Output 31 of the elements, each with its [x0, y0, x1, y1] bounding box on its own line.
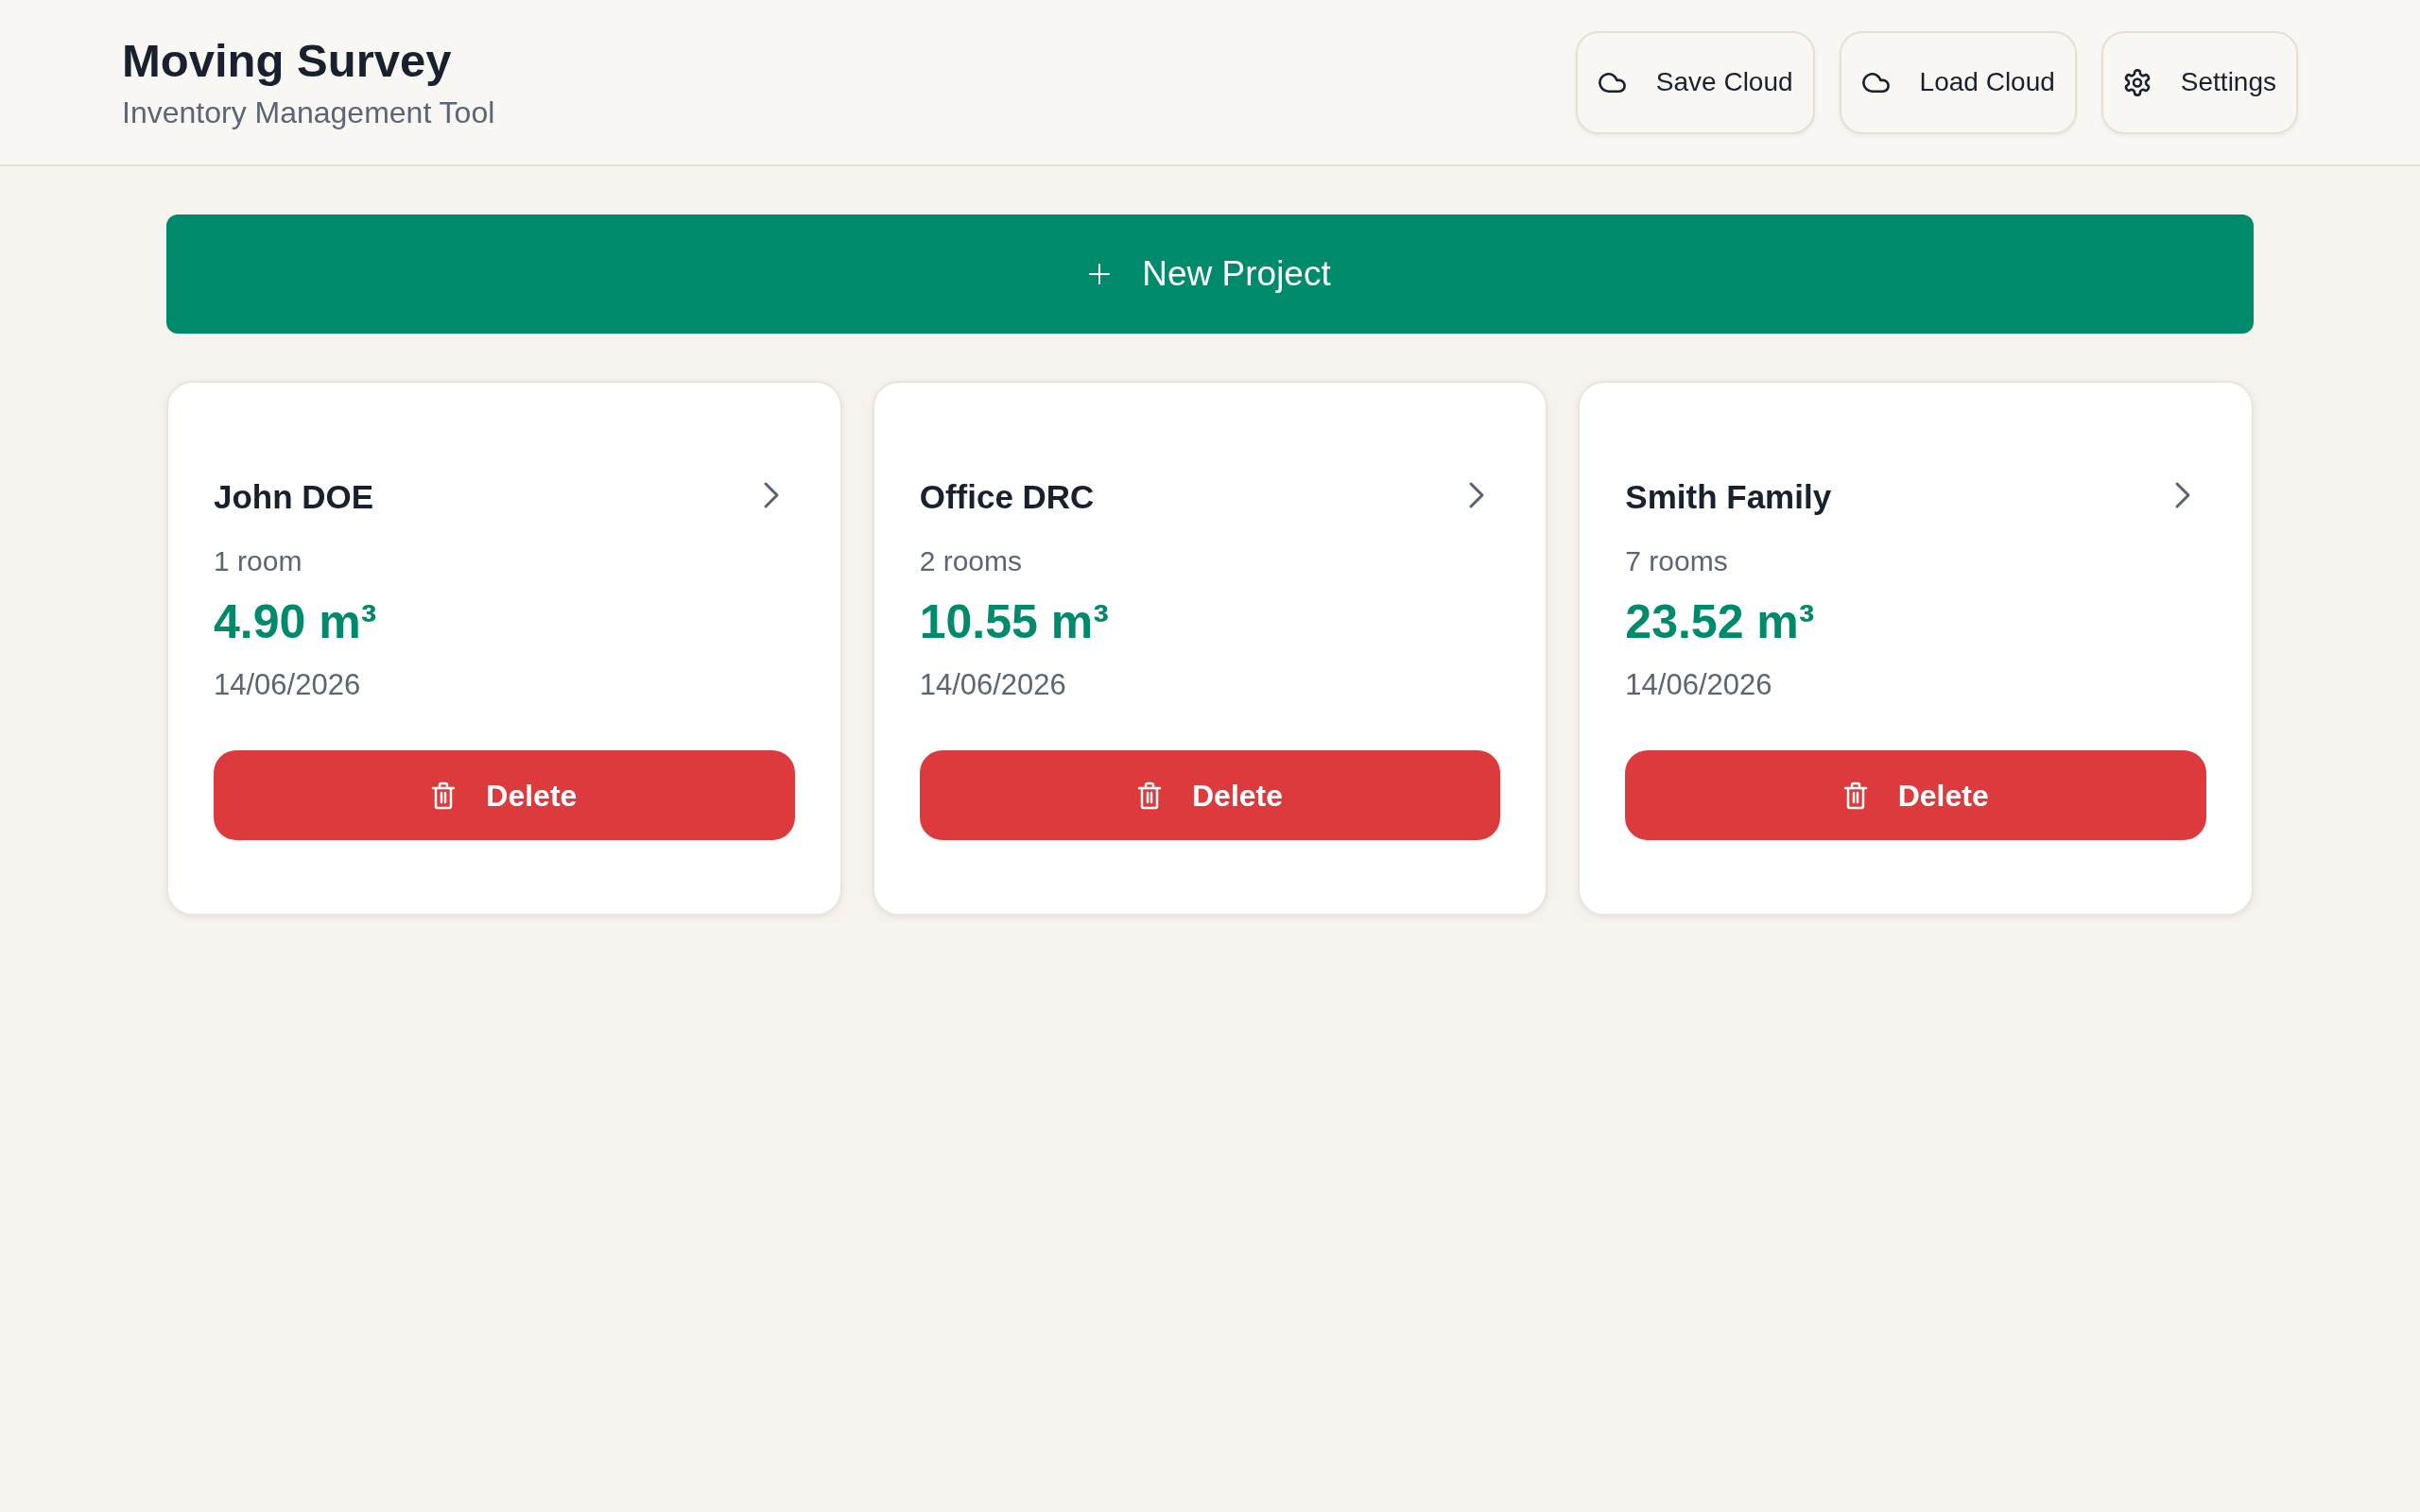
delete-button[interactable]: Delete: [919, 750, 1501, 840]
chevron-right-icon[interactable]: [1468, 480, 1486, 509]
delete-button[interactable]: Delete: [214, 750, 795, 840]
volume-value: 10.55 m³: [919, 595, 1110, 648]
new-project-button[interactable]: New Project: [166, 215, 2254, 334]
app-title: Moving Survey: [122, 34, 453, 87]
project-name: Office DRC: [919, 477, 1095, 517]
room-count: 2 rooms: [919, 544, 1024, 578]
chevron-right-icon[interactable]: [2174, 480, 2191, 509]
room-count: 7 rooms: [1625, 544, 1729, 578]
project-name: John DOE: [214, 477, 374, 517]
project-date: 14/06/2026: [214, 667, 362, 702]
chevron-right-icon[interactable]: [762, 480, 780, 509]
cloud-icon: [1861, 72, 1890, 93]
project-date: 14/06/2026: [1625, 667, 1773, 702]
volume-value: 4.90 m³: [214, 595, 378, 648]
app-subtitle: Inventory Management Tool: [122, 94, 495, 130]
trash-icon: [431, 781, 457, 810]
trash-icon: [1842, 781, 1868, 810]
volume-value: 23.52 m³: [1625, 595, 1816, 648]
plus-icon: [1089, 264, 1111, 284]
gear-icon: [2123, 68, 2151, 96]
trash-icon: [1136, 781, 1162, 810]
delete-button[interactable]: Delete: [1625, 750, 2206, 840]
header-button[interactable]: Settings: [2100, 30, 2298, 134]
header-button[interactable]: Save Cloud: [1575, 30, 1815, 134]
cloud-icon: [1598, 72, 1626, 93]
header-button[interactable]: Load Cloud: [1839, 30, 2077, 134]
project-date: 14/06/2026: [919, 667, 1067, 702]
project-name: Smith Family: [1625, 477, 1832, 517]
room-count: 1 room: [214, 544, 303, 578]
